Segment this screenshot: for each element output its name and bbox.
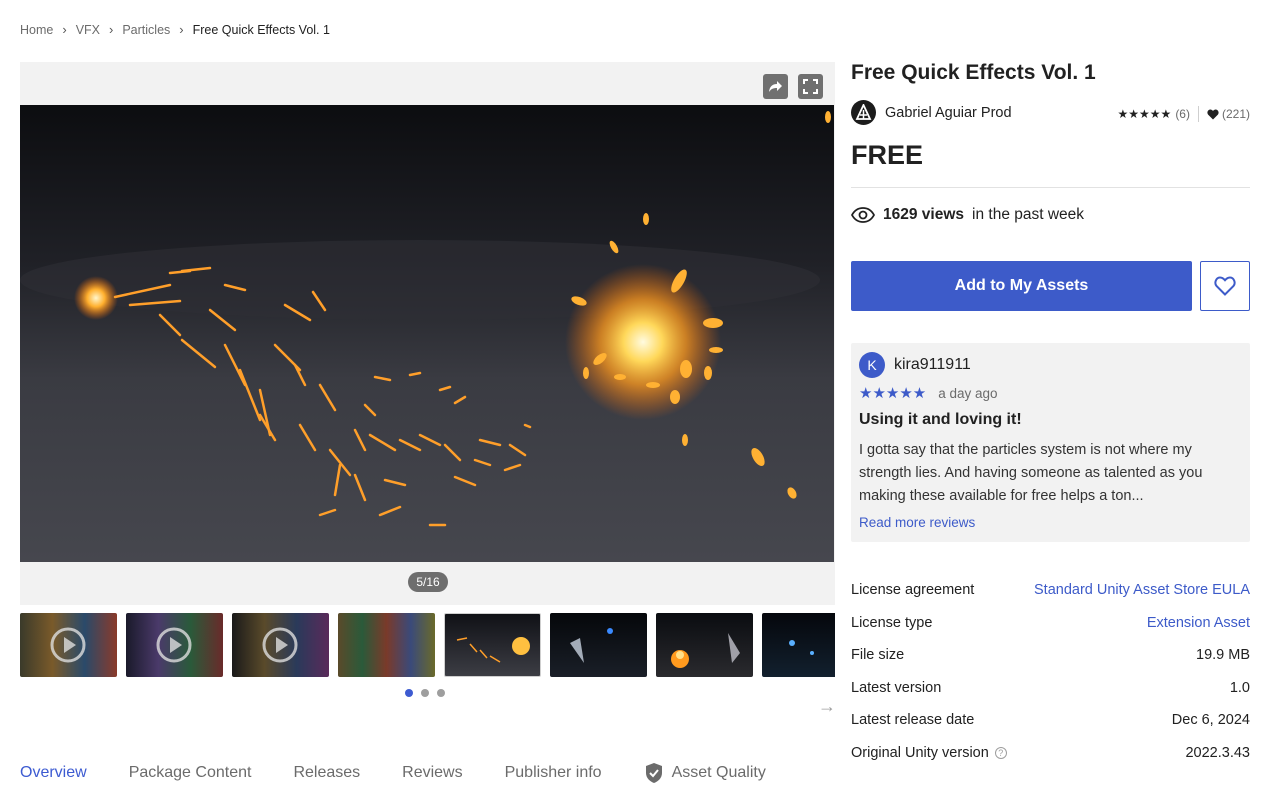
tab-asset-quality-label: Asset Quality bbox=[671, 764, 766, 781]
divider bbox=[851, 187, 1250, 188]
gallery-pager bbox=[405, 689, 445, 697]
views-count: 1629 views bbox=[883, 206, 965, 223]
rating-summary: ★★★★★ (6) (221) bbox=[1118, 106, 1250, 122]
slide-counter: 5/16 bbox=[408, 572, 448, 592]
review-rating: ★★★★★ a day ago bbox=[859, 384, 998, 402]
product-title: Free Quick Effects Vol. 1 bbox=[851, 61, 1096, 84]
publisher[interactable]: Gabriel Aguiar Prod bbox=[851, 100, 1012, 125]
detail-row: Latest release date Dec 6, 2024 bbox=[851, 704, 1250, 737]
review-user: kira911911 bbox=[894, 356, 971, 373]
pager-dot[interactable] bbox=[421, 689, 429, 697]
heart-icon bbox=[1207, 109, 1219, 119]
review-time: a day ago bbox=[938, 385, 998, 401]
effect-thumbnail bbox=[789, 640, 814, 655]
media-gallery: 5/16 bbox=[20, 62, 835, 605]
favorites-count: (221) bbox=[1221, 107, 1250, 121]
thumbnail-strip bbox=[20, 613, 835, 677]
heart-outline-icon bbox=[1214, 276, 1236, 296]
detail-value: 19.9 MB bbox=[1196, 647, 1250, 664]
thumbnail-4[interactable] bbox=[338, 613, 435, 677]
review-stars: ★★★★★ bbox=[859, 385, 927, 402]
thumbnail-2[interactable] bbox=[126, 613, 223, 677]
thumbnail-5[interactable] bbox=[444, 613, 541, 677]
pager-dot[interactable] bbox=[405, 689, 413, 697]
detail-label-with-help: Original Unity version ? bbox=[851, 745, 1007, 761]
views-suffix: in the past week bbox=[972, 206, 1085, 223]
chevron-right-icon: › bbox=[62, 22, 67, 37]
detail-label: File size bbox=[851, 647, 905, 664]
detail-value: Dec 6, 2024 bbox=[1171, 712, 1250, 729]
help-icon[interactable]: ? bbox=[994, 746, 1007, 759]
detail-label: License type bbox=[851, 614, 933, 631]
detail-label: Latest version bbox=[851, 679, 942, 696]
effect-thumbnail bbox=[570, 628, 613, 663]
detail-value: 2022.3.43 bbox=[1185, 744, 1250, 761]
chevron-right-icon: › bbox=[109, 22, 114, 37]
thumbnail-3[interactable] bbox=[232, 613, 329, 677]
detail-row: License type Extension Asset bbox=[851, 607, 1250, 640]
license-agreement-link[interactable]: Standard Unity Asset Store EULA bbox=[1034, 582, 1250, 598]
shield-check-icon bbox=[645, 763, 662, 783]
review-header: K kira911911 bbox=[859, 352, 971, 378]
thumbnail-1[interactable] bbox=[20, 613, 117, 677]
detail-row: License agreement Standard Unity Asset S… bbox=[851, 574, 1250, 607]
detail-row: Latest version 1.0 bbox=[851, 672, 1250, 705]
breadcrumb-particles[interactable]: Particles bbox=[122, 23, 170, 37]
price: FREE bbox=[851, 140, 924, 170]
play-icon bbox=[50, 627, 86, 663]
rating-count[interactable]: (6) bbox=[1175, 107, 1190, 121]
thumbnail-6[interactable] bbox=[550, 613, 647, 677]
detail-value: 1.0 bbox=[1229, 679, 1250, 696]
breadcrumb-home[interactable]: Home bbox=[20, 23, 53, 37]
detail-label: Latest release date bbox=[851, 712, 975, 729]
chevron-right-icon: › bbox=[179, 22, 184, 37]
add-to-my-assets-button[interactable]: Add to My Assets bbox=[851, 261, 1192, 311]
share-icon bbox=[769, 81, 782, 92]
breadcrumb-vfx[interactable]: VFX bbox=[76, 23, 100, 37]
views-summary: 1629 views in the past week bbox=[851, 206, 1084, 224]
tab-publisher-info[interactable]: Publisher info bbox=[505, 764, 602, 782]
thumbnail-8[interactable] bbox=[762, 613, 835, 677]
thumbnail-7[interactable] bbox=[656, 613, 753, 677]
detail-label: Original Unity version bbox=[851, 744, 989, 761]
divider bbox=[1197, 106, 1199, 122]
publisher-logo bbox=[851, 100, 876, 125]
main-preview-image[interactable] bbox=[20, 105, 834, 562]
publisher-name[interactable]: Gabriel Aguiar Prod bbox=[885, 105, 1012, 121]
detail-label: License agreement bbox=[851, 582, 975, 599]
detail-row: File size 19.9 MB bbox=[851, 639, 1250, 672]
tab-asset-quality[interactable]: Asset Quality bbox=[644, 762, 766, 784]
fire-sparks-image bbox=[20, 105, 834, 562]
featured-review: K kira911911 ★★★★★ a day ago Using it an… bbox=[851, 343, 1250, 542]
fullscreen-button[interactable] bbox=[798, 74, 823, 99]
breadcrumb: Home › VFX › Particles › Free Quick Effe… bbox=[20, 22, 330, 37]
share-button[interactable] bbox=[763, 74, 788, 99]
breadcrumb-current: Free Quick Effects Vol. 1 bbox=[192, 22, 330, 37]
publisher-logo-icon bbox=[855, 104, 872, 120]
pager-dot[interactable] bbox=[437, 689, 445, 697]
play-icon bbox=[156, 627, 192, 663]
review-body: I gotta say that the particles system is… bbox=[859, 442, 1203, 504]
tab-package-content[interactable]: Package Content bbox=[129, 764, 252, 782]
detail-row: Original Unity version ? 2022.3.43 bbox=[851, 737, 1250, 770]
asset-details: License agreement Standard Unity Asset S… bbox=[851, 574, 1250, 769]
read-more-reviews-link[interactable]: Read more reviews bbox=[859, 515, 975, 530]
rating-stars[interactable]: ★★★★★ bbox=[1118, 107, 1172, 121]
tab-releases[interactable]: Releases bbox=[293, 764, 360, 782]
eye-icon bbox=[851, 207, 875, 223]
license-type-link[interactable]: Extension Asset bbox=[1147, 615, 1250, 631]
avatar: K bbox=[859, 352, 885, 378]
fullscreen-icon bbox=[803, 79, 818, 94]
review-title: Using it and loving it! bbox=[859, 411, 1022, 428]
effect-thumbnail bbox=[671, 633, 740, 668]
arrow-right-icon[interactable]: → bbox=[818, 696, 836, 717]
tab-overview[interactable]: Overview bbox=[20, 764, 87, 782]
product-tabs: Overview Package Content Releases Review… bbox=[20, 762, 808, 784]
play-icon bbox=[262, 627, 298, 663]
fire-sparks-thumbnail bbox=[456, 637, 530, 663]
tab-reviews[interactable]: Reviews bbox=[402, 764, 462, 782]
favorite-button[interactable] bbox=[1200, 261, 1250, 311]
